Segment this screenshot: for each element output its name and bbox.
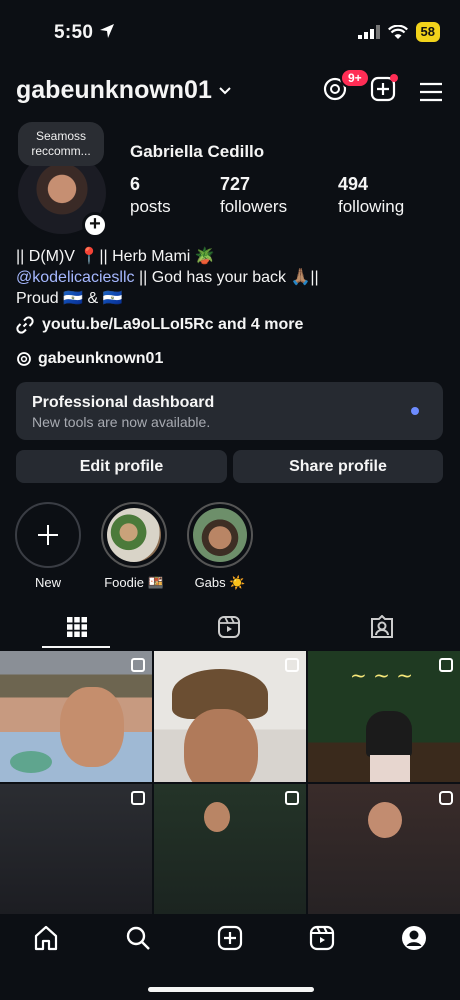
posts-stat[interactable]: 6 posts — [130, 174, 171, 217]
note-text: Seamoss reccomm... — [31, 129, 91, 158]
dashboard-title: Professional dashboard — [32, 394, 215, 411]
wifi-icon — [387, 24, 408, 39]
grid-post[interactable]: ~ ~ ~ — [308, 651, 460, 782]
dashboard-subtitle: New tools are now available. — [32, 414, 211, 430]
mention-link[interactable]: @kodelicaciesllc — [16, 269, 135, 286]
grid-post[interactable] — [154, 784, 306, 915]
reel-icon — [439, 791, 453, 805]
content-tabs — [0, 608, 460, 650]
note-bubble[interactable]: Seamoss reccomm... — [18, 122, 104, 166]
professional-dashboard[interactable]: Professional dashboard New tools are now… — [16, 382, 443, 440]
post-figure — [368, 802, 402, 838]
post-lake — [10, 751, 52, 773]
followers-label: followers — [220, 197, 288, 216]
highlight-thumbnail — [193, 508, 247, 562]
location-arrow-icon — [99, 24, 114, 38]
highlight-ring — [187, 502, 253, 568]
threads-button[interactable]: 9+ — [322, 68, 370, 107]
grid-post[interactable] — [0, 651, 152, 782]
tagged-icon[interactable] — [370, 615, 394, 639]
following-stat[interactable]: 494 following — [338, 174, 404, 217]
menu-icon[interactable] — [418, 81, 444, 103]
profile-icon[interactable] — [400, 924, 428, 952]
bio-link[interactable]: youtu.be/La9oLLoI5Rc and 4 more — [16, 316, 303, 334]
carousel-icon — [285, 658, 299, 672]
reels-nav-icon[interactable] — [308, 924, 336, 952]
posts-grid: ~ ~ ~ — [0, 651, 460, 915]
neon-sign: ~ ~ ~ — [350, 663, 413, 687]
threads-badge: 9+ — [340, 68, 370, 88]
status-time: 5:50 — [54, 22, 115, 44]
share-profile-button[interactable]: Share profile — [233, 450, 443, 483]
plus-icon — [38, 525, 58, 545]
grid-post[interactable] — [0, 784, 152, 915]
status-icons: 58 — [357, 22, 440, 42]
highlight-gabs[interactable]: Gabs ☀️ — [187, 502, 253, 591]
username: gabeunknown01 — [16, 76, 212, 104]
highlight-label: Foodie 🍱 — [104, 575, 164, 590]
following-label: following — [338, 197, 405, 216]
add-story-button[interactable]: + — [82, 212, 108, 238]
new-post-button[interactable] — [370, 74, 398, 107]
link-icon — [16, 316, 34, 334]
carousel-icon — [285, 791, 299, 805]
new-highlight-circle — [15, 502, 81, 568]
home-icon[interactable] — [32, 924, 60, 952]
post-figure-top — [366, 711, 412, 757]
following-count: 494 — [338, 174, 369, 194]
highlight-ring — [101, 502, 167, 568]
notification-dot — [390, 74, 398, 82]
followers-stat[interactable]: 727 followers — [220, 174, 287, 217]
reels-icon[interactable] — [217, 615, 241, 639]
dashboard-dot — [411, 407, 419, 415]
search-icon[interactable] — [124, 924, 152, 952]
highlight-foodie[interactable]: Foodie 🍱 — [101, 502, 167, 591]
grid-post[interactable] — [154, 651, 306, 782]
bio-line-1: || D(M)V 📍|| Herb Mami 🪴 — [16, 248, 215, 265]
active-tab-indicator — [42, 646, 110, 648]
grid-icon[interactable] — [66, 616, 88, 638]
bio: || D(M)V 📍|| Herb Mami 🪴 @kodelicaciesll… — [16, 246, 319, 309]
highlight-new[interactable]: New — [15, 502, 81, 590]
post-face — [184, 709, 258, 782]
battery-indicator: 58 — [415, 22, 440, 42]
edit-profile-button[interactable]: Edit profile — [16, 450, 227, 483]
full-name: Gabriella Cedillo — [130, 142, 265, 161]
bio-line-2: @kodelicaciesllc || God has your back 🙏🏽… — [16, 269, 319, 286]
highlight-label: Gabs ☀️ — [194, 575, 246, 590]
highlight-thumbnail — [107, 508, 161, 562]
carousel-icon — [439, 658, 453, 672]
chevron-down-icon — [219, 86, 231, 94]
post-figure — [204, 802, 230, 832]
home-indicator — [148, 987, 314, 992]
highlight-label: New — [34, 575, 61, 590]
post-figure-skirt — [370, 755, 410, 782]
signal-icon — [357, 25, 380, 39]
header-actions: 9+ — [322, 68, 444, 107]
threads-small-icon — [17, 352, 31, 366]
posts-count: 6 — [130, 174, 141, 194]
grid-post[interactable] — [308, 784, 460, 915]
bio-line-3: Proud 🇸🇻 & 🇸🇻 — [16, 290, 123, 307]
post-figure — [60, 687, 124, 767]
posts-label: posts — [130, 197, 171, 216]
threads-profile-link[interactable]: gabeunknown01 — [16, 350, 163, 368]
threads-handle: gabeunknown01 — [38, 350, 164, 367]
create-icon[interactable] — [216, 924, 244, 952]
carousel-icon — [131, 658, 145, 672]
followers-count: 727 — [220, 174, 251, 194]
carousel-icon — [131, 791, 145, 805]
account-switcher[interactable]: gabeunknown01 — [16, 76, 232, 105]
link-text: youtu.be/La9oLLoI5Rc and 4 more — [42, 316, 304, 333]
